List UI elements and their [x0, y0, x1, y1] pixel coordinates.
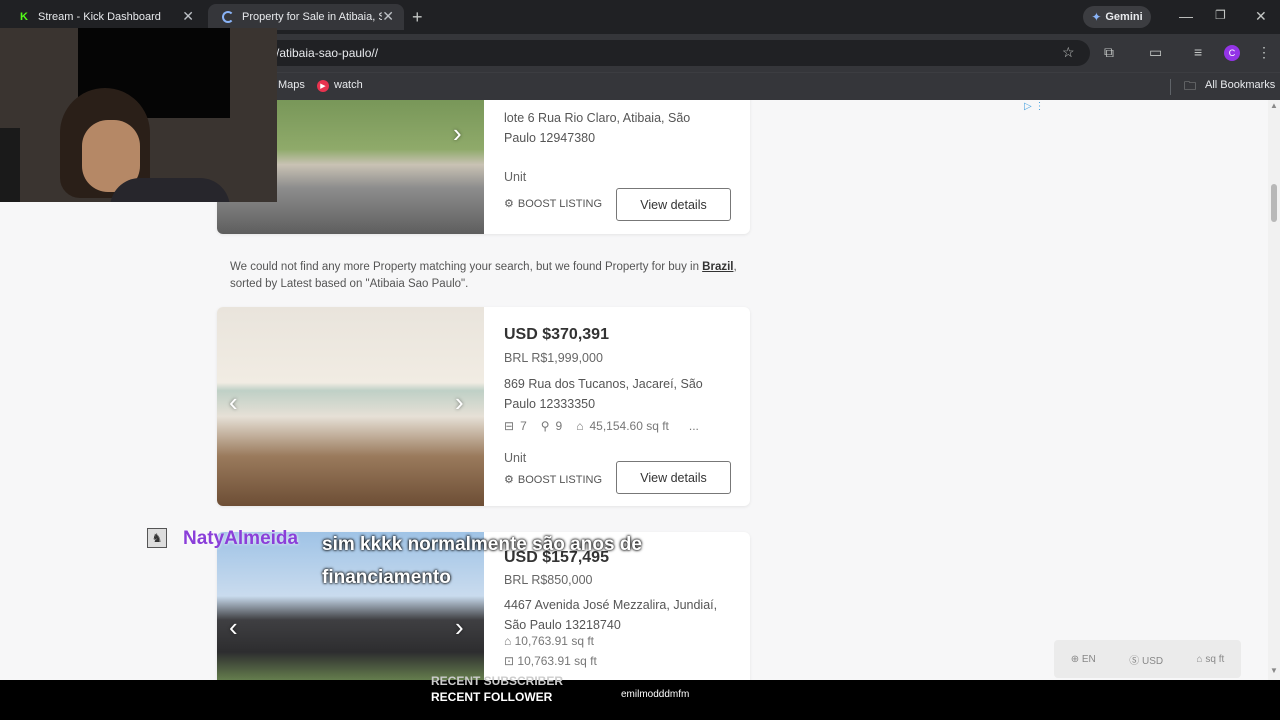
bookmark-watch[interactable]: watch: [334, 79, 363, 91]
chevron-left-icon[interactable]: ‹: [229, 387, 238, 418]
area-size: 45,154.60 sq ft: [589, 419, 669, 433]
more-features: ...: [688, 419, 699, 433]
page-scrollbar[interactable]: ▲ ▼: [1268, 100, 1280, 680]
listing-address: 4467 Avenida José Mezzalira, Jundiaí, Sã…: [504, 598, 718, 632]
scrollbar-thumb[interactable]: [1271, 184, 1277, 222]
notice-text: We could not find any more Property matc…: [230, 261, 703, 273]
tab-kick-dashboard[interactable]: K Stream - Kick Dashboard ✕: [4, 4, 204, 30]
stream-bottom-bar: RECENT SUBSCRIBER RECENT FOLLOWER emilmo…: [0, 674, 1280, 720]
restore-icon[interactable]: ❐: [1215, 8, 1226, 22]
star-icon[interactable]: ☆: [1062, 44, 1075, 61]
kick-icon: K: [20, 11, 28, 23]
tab-property[interactable]: Property for Sale in Atibaia, São ✕: [208, 4, 404, 30]
folder-icon: 🗀: [1184, 79, 1197, 93]
address-bar[interactable]: /atibaia-sao-paulo// ☆: [240, 40, 1090, 66]
baths-count: 9: [555, 419, 563, 433]
currency-setting[interactable]: Ⓢ USD: [1129, 652, 1163, 667]
chevron-right-icon[interactable]: ›: [453, 118, 462, 149]
listing-type: Unit: [504, 451, 527, 465]
extensions-icon[interactable]: ⧉: [1104, 44, 1114, 61]
dollar-icon: Ⓢ: [1129, 655, 1140, 667]
minimize-icon[interactable]: —: [1179, 8, 1193, 24]
view-details-button[interactable]: View details: [616, 188, 731, 221]
tab-title: Stream - Kick Dashboard: [38, 11, 161, 23]
webcam-overlay: [0, 28, 277, 202]
youtube-icon: ▶: [317, 80, 329, 92]
cast-icon[interactable]: ▭: [1149, 44, 1162, 61]
rocket-icon: ⚙: [504, 474, 514, 486]
boost-label: BOOST LISTING: [517, 197, 603, 210]
brazil-link[interactable]: Brazil: [702, 261, 733, 273]
no-more-results-notice: We could not find any more Property matc…: [230, 259, 750, 293]
loading-icon: [222, 11, 234, 23]
divider: [1170, 79, 1171, 95]
bath-icon: ⚲: [540, 419, 550, 433]
streamer-shirt: [110, 178, 230, 202]
chat-badge-icon: ♞: [147, 528, 167, 548]
boost-listing-button[interactable]: ⚙ BOOST LISTING: [504, 473, 603, 487]
close-tab-icon[interactable]: ✕: [382, 8, 394, 25]
listing-lot: ⊡ 10,763.91 sq ft: [504, 654, 597, 668]
chevron-right-icon[interactable]: ›: [455, 387, 464, 418]
media-icon[interactable]: ≡: [1194, 44, 1202, 60]
rocket-icon: ⚙: [504, 198, 514, 210]
gemini-button[interactable]: ✦ Gemini: [1083, 6, 1151, 28]
language-setting[interactable]: ⊕ EN: [1071, 654, 1096, 665]
bed-icon: ⊟: [504, 419, 515, 433]
recent-follower-name: emilmodddmfm: [621, 689, 690, 700]
listing-features: ⊟ 7 ⚲ 9 ⌂ 45,154.60 sq ft ...: [504, 419, 699, 433]
chevron-left-icon[interactable]: ‹: [229, 612, 238, 643]
listing-card: ‹ › USD $370,391 BRL R$1,999,000 869 Rua…: [217, 307, 750, 506]
recent-subscriber-label: RECENT SUBSCRIBER: [431, 674, 564, 688]
view-details-button[interactable]: View details: [616, 461, 731, 494]
chat-message: sim kkkk normalmente são anos de financi…: [322, 528, 642, 594]
gemini-label: Gemini: [1105, 11, 1143, 23]
unit-label: sq ft: [1205, 653, 1225, 665]
menu-icon[interactable]: ⋮: [1257, 44, 1271, 61]
recent-follower-label: RECENT FOLLOWER: [431, 690, 553, 704]
close-tab-icon[interactable]: ✕: [182, 8, 194, 25]
scroll-up-icon[interactable]: ▲: [1270, 101, 1278, 110]
listing-card: › lote 6 Rua Rio Claro, Atibaia, São Pau…: [217, 100, 750, 234]
listing-address: 869 Rua dos Tucanos, Jacareí, São Paulo …: [504, 377, 703, 411]
ad-choices-icon[interactable]: ▷ ⋮: [1024, 101, 1044, 112]
bookmark-maps[interactable]: Maps: [278, 79, 305, 91]
area-size: 10,763.91 sq ft: [514, 634, 594, 648]
area-icon: ⌂: [576, 419, 584, 433]
beds-count: 7: [520, 419, 527, 433]
tab-title: Property for Sale in Atibaia, São: [242, 11, 382, 23]
listing-type: Unit: [504, 170, 527, 184]
boost-label: BOOST LISTING: [517, 473, 603, 486]
language-label: EN: [1081, 653, 1096, 665]
area-icon: ⌂: [504, 634, 512, 648]
gemini-icon: ✦: [1091, 10, 1102, 24]
scroll-down-icon[interactable]: ▼: [1270, 666, 1278, 675]
lot-size: 10,763.91 sq ft: [517, 654, 597, 668]
currency-label: USD: [1141, 655, 1164, 667]
listing-address: lote 6 Rua Rio Claro, Atibaia, São Paulo…: [504, 111, 691, 145]
chat-message-line: financiamento: [322, 567, 451, 588]
globe-icon: ⊕: [1070, 653, 1080, 665]
all-bookmarks[interactable]: All Bookmarks: [1205, 79, 1275, 91]
url-text: /atibaia-sao-paulo//: [276, 46, 379, 60]
close-window-icon[interactable]: ✕: [1255, 8, 1267, 25]
area-icon: ⌂: [1196, 653, 1203, 665]
locale-settings[interactable]: ⊕ EN Ⓢ USD ⌂ sq ft: [1054, 640, 1241, 678]
webcam-background: [0, 128, 20, 202]
chat-username: NatyAlmeida: [183, 528, 299, 549]
boost-listing-button[interactable]: ⚙ BOOST LISTING: [504, 197, 603, 211]
new-tab-button[interactable]: +: [412, 7, 423, 28]
profile-avatar[interactable]: C: [1224, 45, 1240, 61]
price-usd: USD $370,391: [504, 326, 609, 343]
unit-setting[interactable]: ⌂ sq ft: [1197, 654, 1225, 665]
lot-icon: ⊡: [504, 654, 515, 668]
price-brl: BRL R$1,999,000: [504, 351, 603, 365]
chat-message-line: sim kkkk normalmente são anos de: [322, 534, 642, 555]
chevron-right-icon[interactable]: ›: [455, 612, 464, 643]
listing-photo[interactable]: ‹ ›: [217, 307, 484, 506]
listing-area: ⌂ 10,763.91 sq ft: [504, 634, 594, 648]
